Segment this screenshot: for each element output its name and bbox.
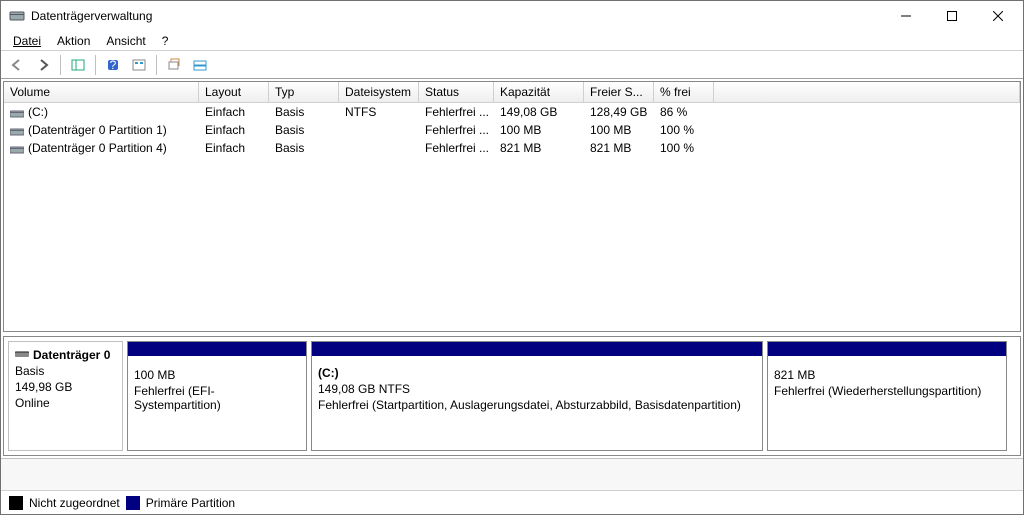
partition-size: 821 MB	[774, 368, 1000, 382]
volume-list-body[interactable]: (C:)EinfachBasisNTFSFehlerfrei ...149,08…	[4, 103, 1020, 331]
legend-swatch-unallocated	[9, 496, 23, 510]
toolbar-settings-button[interactable]	[188, 53, 212, 77]
volume-list-header: Volume Layout Typ Dateisystem Status Kap…	[4, 82, 1020, 103]
column-capacity[interactable]: Kapazität	[494, 82, 584, 102]
disk-panel: Datenträger 0 Basis 149,98 GB Online 100…	[3, 336, 1021, 456]
toolbar: ?	[1, 51, 1023, 79]
menu-aktion[interactable]: Aktion	[49, 32, 98, 50]
column-layout[interactable]: Layout	[199, 82, 269, 102]
partition-map: 100 MB Fehlerfrei (EFI-Systempartition) (C…	[127, 341, 1016, 451]
toolbar-action-button[interactable]	[162, 53, 186, 77]
empty-area	[1, 458, 1023, 490]
disk-icon	[15, 348, 29, 362]
toolbar-help-button[interactable]: ?	[101, 53, 125, 77]
volume-row[interactable]: (Datenträger 0 Partition 4)EinfachBasisF…	[4, 139, 1020, 157]
maximize-button[interactable]	[929, 1, 975, 31]
legend: Nicht zugeordnet Primäre Partition	[1, 490, 1023, 514]
minimize-button[interactable]	[883, 1, 929, 31]
column-status[interactable]: Status	[419, 82, 494, 102]
partition-status: Fehlerfrei (Wiederherstellungspartition)	[774, 384, 1000, 398]
column-filesystem[interactable]: Dateisystem	[339, 82, 419, 102]
toolbar-show-hide-button[interactable]	[66, 53, 90, 77]
toolbar-separator	[156, 55, 157, 75]
column-free[interactable]: Freier S...	[584, 82, 654, 102]
column-filler	[714, 82, 1020, 102]
titlebar: Datenträgerverwaltung	[1, 1, 1023, 31]
column-type[interactable]: Typ	[269, 82, 339, 102]
disk-size: 149,98 GB	[15, 380, 116, 394]
svg-text:?: ?	[110, 58, 117, 72]
partition[interactable]: 821 MB Fehlerfrei (Wiederherstellungspart…	[767, 341, 1007, 451]
toolbar-forward-button[interactable]	[31, 53, 55, 77]
partition-status: Fehlerfrei (EFI-Systempartition)	[134, 384, 300, 412]
app-icon	[9, 8, 25, 24]
drive-icon	[10, 126, 24, 136]
toolbar-refresh-button[interactable]	[127, 53, 151, 77]
partition-header	[312, 342, 762, 356]
partition[interactable]: (C:) 149,08 GB NTFS Fehlerfrei (Startparti…	[311, 341, 763, 451]
partition-size: 100 MB	[134, 368, 300, 382]
disk-info[interactable]: Datenträger 0 Basis 149,98 GB Online	[8, 341, 123, 451]
menu-datei[interactable]: Datei	[5, 32, 49, 50]
legend-swatch-primary	[126, 496, 140, 510]
column-percent[interactable]: % frei	[654, 82, 714, 102]
partition-size: 149,08 GB NTFS	[318, 382, 756, 396]
drive-icon	[10, 108, 24, 118]
legend-label-unallocated: Nicht zugeordnet	[29, 496, 120, 510]
volume-row[interactable]: (C:)EinfachBasisNTFSFehlerfrei ...149,08…	[4, 103, 1020, 121]
legend-label-primary: Primäre Partition	[146, 496, 235, 510]
partition-header	[128, 342, 306, 356]
window-title: Datenträgerverwaltung	[31, 9, 883, 23]
toolbar-back-button[interactable]	[5, 53, 29, 77]
partition-header	[768, 342, 1006, 356]
close-button[interactable]	[975, 1, 1021, 31]
volume-list-panel: Volume Layout Typ Dateisystem Status Kap…	[3, 81, 1021, 332]
partition-title: (C:)	[318, 366, 756, 380]
menu-help[interactable]: ?	[154, 32, 177, 50]
drive-icon	[10, 144, 24, 154]
menubar: Datei Aktion Ansicht ?	[1, 31, 1023, 51]
disk-name: Datenträger 0	[33, 348, 110, 362]
disk-status: Online	[15, 396, 116, 410]
partition-status: Fehlerfrei (Startpartition, Auslagerungs…	[318, 398, 756, 412]
toolbar-separator	[60, 55, 61, 75]
toolbar-separator	[95, 55, 96, 75]
menu-ansicht[interactable]: Ansicht	[98, 32, 153, 50]
column-volume[interactable]: Volume	[4, 82, 199, 102]
disk-type: Basis	[15, 364, 116, 378]
partition[interactable]: 100 MB Fehlerfrei (EFI-Systempartition)	[127, 341, 307, 451]
volume-row[interactable]: (Datenträger 0 Partition 1)EinfachBasisF…	[4, 121, 1020, 139]
